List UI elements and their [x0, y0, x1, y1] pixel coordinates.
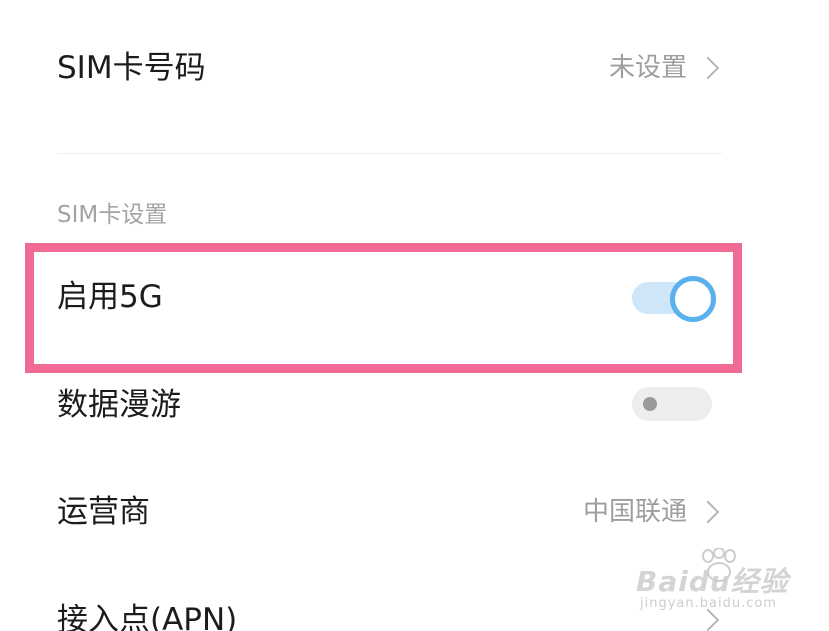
- carrier-row[interactable]: 运营商 中国联通: [0, 484, 829, 544]
- data-roaming-toggle[interactable]: [632, 387, 712, 421]
- highlight-annotation-box: [25, 243, 742, 373]
- chevron-right-icon: [696, 56, 720, 80]
- sim-number-value: 未设置: [608, 53, 687, 83]
- divider: [57, 153, 722, 154]
- sim-number-row[interactable]: SIM卡号码 未设置: [0, 40, 829, 100]
- data-roaming-label: 数据漫游: [57, 387, 181, 423]
- carrier-value: 中国联通: [582, 497, 687, 527]
- carrier-label: 运营商: [57, 494, 150, 530]
- chevron-right-icon: [696, 500, 720, 524]
- sim-settings-page: SIM卡号码 未设置 SIM卡设置 启用5G 数据漫游 运营商 中国联通 接入点…: [0, 0, 829, 631]
- sim-number-label: SIM卡号码: [57, 50, 206, 86]
- apn-label: 接入点(APN): [57, 602, 238, 631]
- chevron-right-icon: [696, 608, 720, 631]
- apn-row[interactable]: 接入点(APN): [0, 594, 829, 631]
- paw-icon: [702, 548, 736, 582]
- section-header-sim-settings: SIM卡设置: [57, 202, 168, 228]
- toggle-knob: [643, 397, 657, 411]
